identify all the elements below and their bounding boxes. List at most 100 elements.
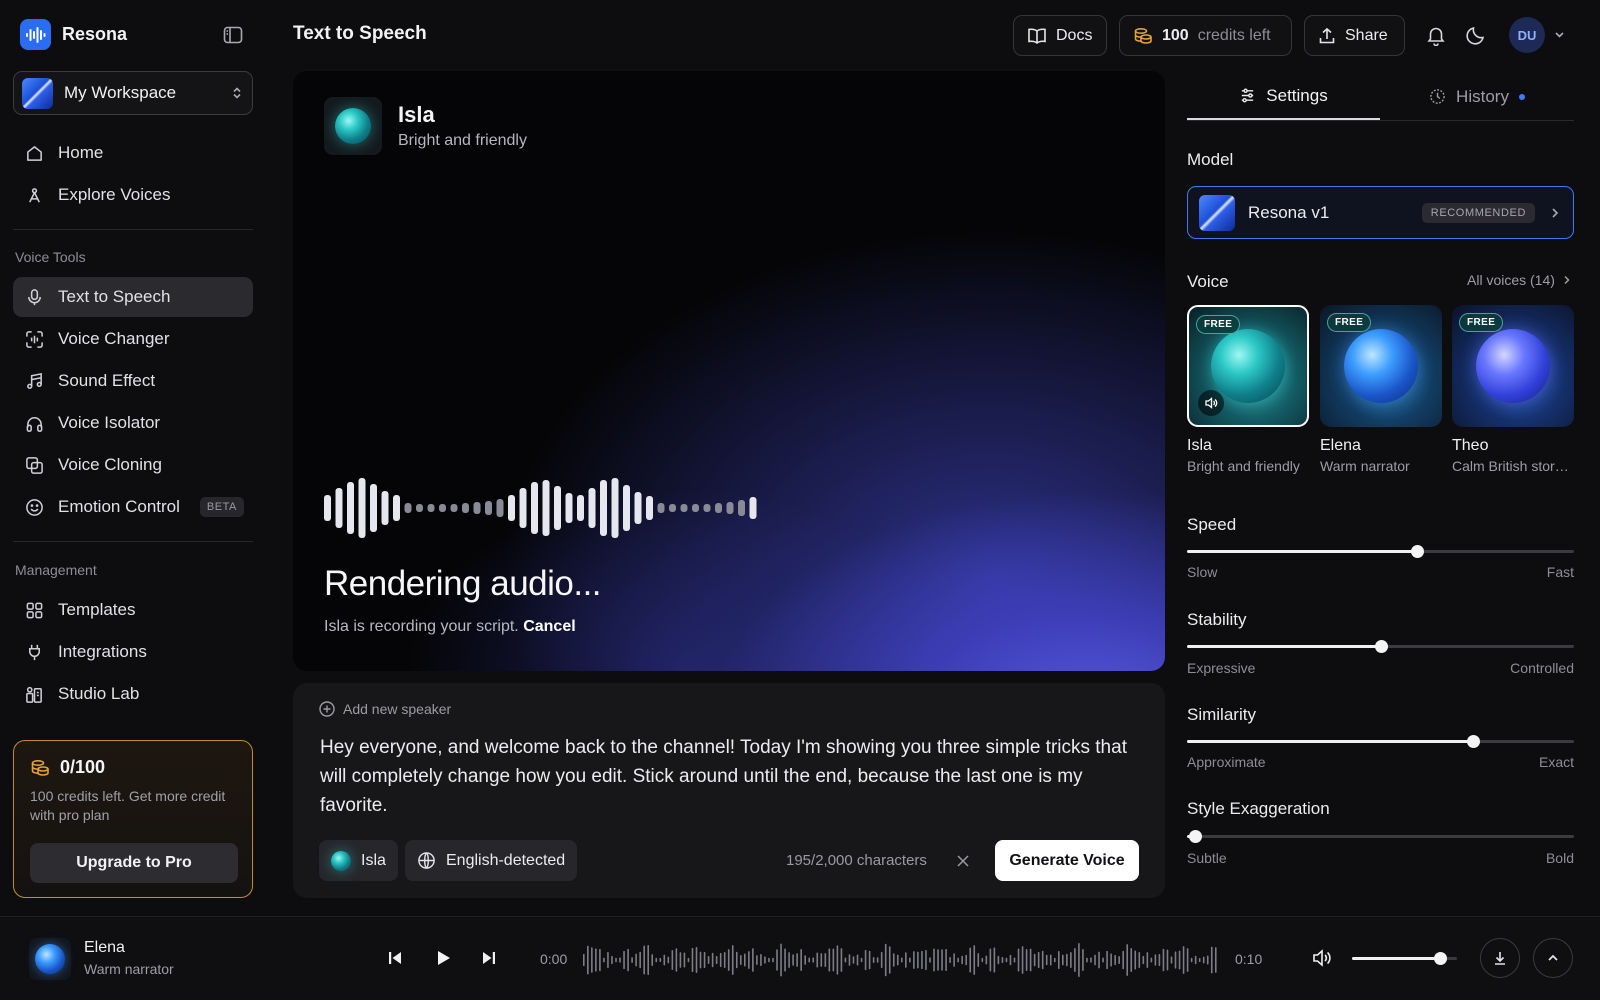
player-voice-desc: Warm narrator <box>84 961 174 977</box>
credits-button[interactable]: 100 credits left <box>1119 15 1292 56</box>
skip-forward-icon[interactable] <box>478 947 500 969</box>
waveform-bar <box>531 482 538 534</box>
player-waveform-bar <box>1057 950 1060 970</box>
player-waveform-bar <box>643 945 645 975</box>
similarity-slider[interactable] <box>1187 735 1574 748</box>
tab-history[interactable]: History <box>1380 73 1574 120</box>
player-waveform-bar <box>1182 946 1185 974</box>
waveform-bar <box>496 499 504 517</box>
model-selector[interactable]: Resona v1 RECOMMENDED <box>1187 186 1574 239</box>
player-waveform-bar <box>1037 951 1040 969</box>
all-voices-link[interactable]: All voices (14) <box>1467 272 1573 288</box>
chevron-down-icon[interactable] <box>1553 28 1566 41</box>
player-waveform-bar <box>631 957 633 963</box>
player-waveform-bar <box>1021 946 1024 974</box>
nav-item-templates[interactable]: Templates <box>13 590 253 630</box>
chevron-right-icon <box>1564 275 1570 285</box>
avatar[interactable]: DU <box>1509 17 1545 53</box>
nav-item-text-to-speech[interactable]: Text to Speech <box>13 277 253 317</box>
player-waveform-bar <box>868 950 871 970</box>
player-waveform-bar <box>735 951 738 969</box>
voice-thumb: FREE <box>1320 305 1442 427</box>
player-waveform-bar <box>655 957 658 963</box>
voice-desc: Calm British storyteller <box>1452 458 1574 474</box>
waveform-bar <box>715 503 722 513</box>
player-waveform-bar <box>860 957 863 963</box>
workspace-selector[interactable]: My Workspace <box>13 71 253 115</box>
player-waveform-bar <box>804 955 806 965</box>
tab-settings[interactable]: Settings <box>1187 73 1380 120</box>
player-waveform-bar <box>1049 954 1052 966</box>
player-waveform-bar <box>1122 950 1124 970</box>
player-waveform-bar <box>872 956 875 964</box>
player-waveform-bar <box>949 957 951 963</box>
waveform-bar <box>381 491 389 525</box>
stage-voice-desc: Bright and friendly <box>398 132 527 149</box>
waveform-bar <box>416 504 423 512</box>
player-waveform-bar <box>905 952 907 968</box>
slider-thumb[interactable] <box>1411 545 1425 558</box>
slider-thumb[interactable] <box>1467 735 1481 748</box>
nav-item-studio-lab[interactable]: Studio Lab <box>13 674 253 714</box>
player-waveform-bar <box>671 950 674 970</box>
share-button[interactable]: Share <box>1304 15 1405 56</box>
slider-thumb[interactable] <box>1374 640 1388 653</box>
cancel-link[interactable]: Cancel <box>523 618 575 635</box>
nav-item-home[interactable]: Home <box>13 133 253 173</box>
nav-item-explore-voices[interactable]: Explore Voices <box>13 175 253 215</box>
volume-slider[interactable] <box>1352 952 1457 965</box>
download-button[interactable] <box>1480 938 1520 978</box>
voice-chip[interactable]: Isla <box>319 840 398 881</box>
nav-item-sound-effect[interactable]: Sound Effect <box>13 361 253 401</box>
player-waveform-bar <box>981 957 984 963</box>
volume-thumb[interactable] <box>1434 952 1448 965</box>
style-exaggeration-slider[interactable] <box>1187 830 1574 843</box>
player-waveform-bar <box>1029 948 1032 972</box>
speaker-icon[interactable] <box>1198 390 1224 416</box>
brand[interactable]: Resona <box>20 19 127 50</box>
voice-avatar <box>324 97 382 155</box>
voice-card-elena[interactable]: FREE Elena Warm narrator <box>1320 305 1442 474</box>
player-waveform-bar <box>1082 949 1084 971</box>
generate-voice-button[interactable]: Generate Voice <box>995 840 1139 881</box>
volume-icon[interactable] <box>1311 947 1333 969</box>
player-waveform-bar <box>764 956 766 964</box>
bell-icon[interactable] <box>1425 24 1447 46</box>
nav-item-voice-isolator[interactable]: Voice Isolator <box>13 403 253 443</box>
time-current: 0:00 <box>540 951 568 967</box>
player-waveform-bar <box>1009 954 1012 966</box>
moon-icon[interactable] <box>1465 24 1487 46</box>
panel-tabs: Settings History <box>1187 73 1574 121</box>
nav-item-voice-cloning[interactable]: Voice Cloning <box>13 445 253 485</box>
credits-text: 100 credits left. Get more credit with p… <box>30 788 226 823</box>
expand-button[interactable] <box>1533 938 1573 978</box>
speed-slider[interactable] <box>1187 545 1574 558</box>
stability-slider[interactable] <box>1187 640 1574 653</box>
microphone-icon <box>28 288 41 305</box>
chevron-up-icon <box>1548 954 1558 961</box>
upgrade-button[interactable]: Upgrade to Pro <box>30 843 238 883</box>
player-waveform-bar <box>1045 954 1048 966</box>
close-icon[interactable] <box>956 854 970 868</box>
player-waveform[interactable] <box>583 941 1219 979</box>
slider-thumb[interactable] <box>1188 830 1202 843</box>
notification-dot <box>1518 93 1525 100</box>
nav-item-voice-changer[interactable]: Voice Changer <box>13 319 253 359</box>
nav-item-emotion-control[interactable]: Emotion Control BETA <box>13 487 253 527</box>
nav-item-integrations[interactable]: Integrations <box>13 632 253 672</box>
sidebar-toggle-icon[interactable] <box>222 24 244 46</box>
voice-card-isla[interactable]: FREE Isla Bright and friendly <box>1187 305 1309 474</box>
skip-back-icon[interactable] <box>384 947 406 969</box>
stability-range-labels: Expressive Controlled <box>1187 660 1574 676</box>
waveform-bar <box>473 502 481 514</box>
play-icon[interactable] <box>432 947 454 969</box>
docs-button[interactable]: Docs <box>1013 15 1107 56</box>
smile-icon <box>26 498 43 516</box>
voice-thumb: FREE <box>1187 305 1309 427</box>
all-voices-label: All voices (14) <box>1467 272 1555 288</box>
language-chip[interactable]: English-detected <box>405 840 578 881</box>
script-textarea[interactable]: Hey everyone, and welcome back to the ch… <box>320 733 1135 820</box>
voice-card-theo[interactable]: FREE Theo Calm British storyteller <box>1452 305 1574 474</box>
player-waveform-bar <box>1186 948 1189 972</box>
add-speaker-button[interactable]: Add new speaker <box>319 701 451 717</box>
